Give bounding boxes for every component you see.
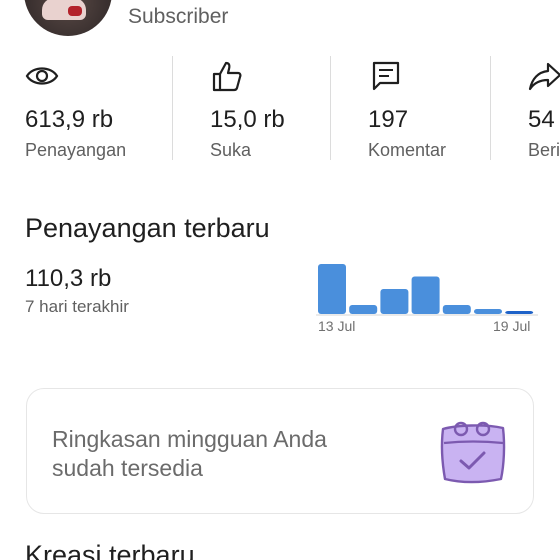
stat-label: Suka (210, 140, 252, 160)
stat-value: 197 (368, 106, 409, 133)
bar-chart (316, 264, 538, 316)
summary-text: Ringkasan mingguan Anda sudah tersedia (52, 426, 327, 481)
x-tick-label: 13 Jul (318, 318, 356, 334)
avatar-detail (68, 6, 82, 16)
stat-label: Penayangan (25, 140, 127, 160)
recent-views-period: 7 hari terakhir (25, 297, 129, 316)
subscriber-label: Subscriber (128, 5, 229, 28)
recent-creations-title: Kreasi terbaru (25, 540, 195, 560)
stats-row: 613,9 rb Penayangan 15,0 rb Suka 197 Kom… (0, 56, 560, 162)
share-icon (528, 62, 560, 91)
divider (172, 56, 173, 160)
recent-views-value: 110,3 rb (25, 265, 112, 292)
recent-views-chart[interactable]: 13 Jul 19 Jul (316, 258, 538, 338)
bar-13-jul (318, 264, 346, 314)
calendar-check-icon (440, 421, 506, 484)
bar-17-jul (442, 305, 471, 314)
bar-16-jul (411, 276, 440, 314)
stat-value: 54 (528, 106, 555, 133)
bar-14-jul (349, 305, 378, 314)
stat-label: Komentar (368, 140, 447, 160)
avatar[interactable] (24, 0, 112, 36)
x-tick-label: 19 Jul (493, 318, 531, 334)
divider (330, 56, 331, 160)
stat-shares[interactable]: 54 Beri (528, 56, 560, 162)
bar-19-jul (505, 311, 534, 314)
weekly-summary-card[interactable]: Ringkasan mingguan Anda sudah tersedia (26, 388, 534, 514)
bar-15-jul (380, 289, 409, 314)
bar-18-jul (474, 309, 502, 314)
stat-label: Beri (528, 140, 560, 160)
eye-icon (25, 67, 59, 85)
stat-value: 15,0 rb (210, 106, 285, 133)
recent-views-title: Penayangan terbaru (25, 213, 270, 243)
thumb-up-icon (212, 61, 242, 92)
comment-icon (372, 61, 400, 91)
divider (490, 56, 491, 160)
stat-value: 613,9 rb (25, 106, 114, 133)
